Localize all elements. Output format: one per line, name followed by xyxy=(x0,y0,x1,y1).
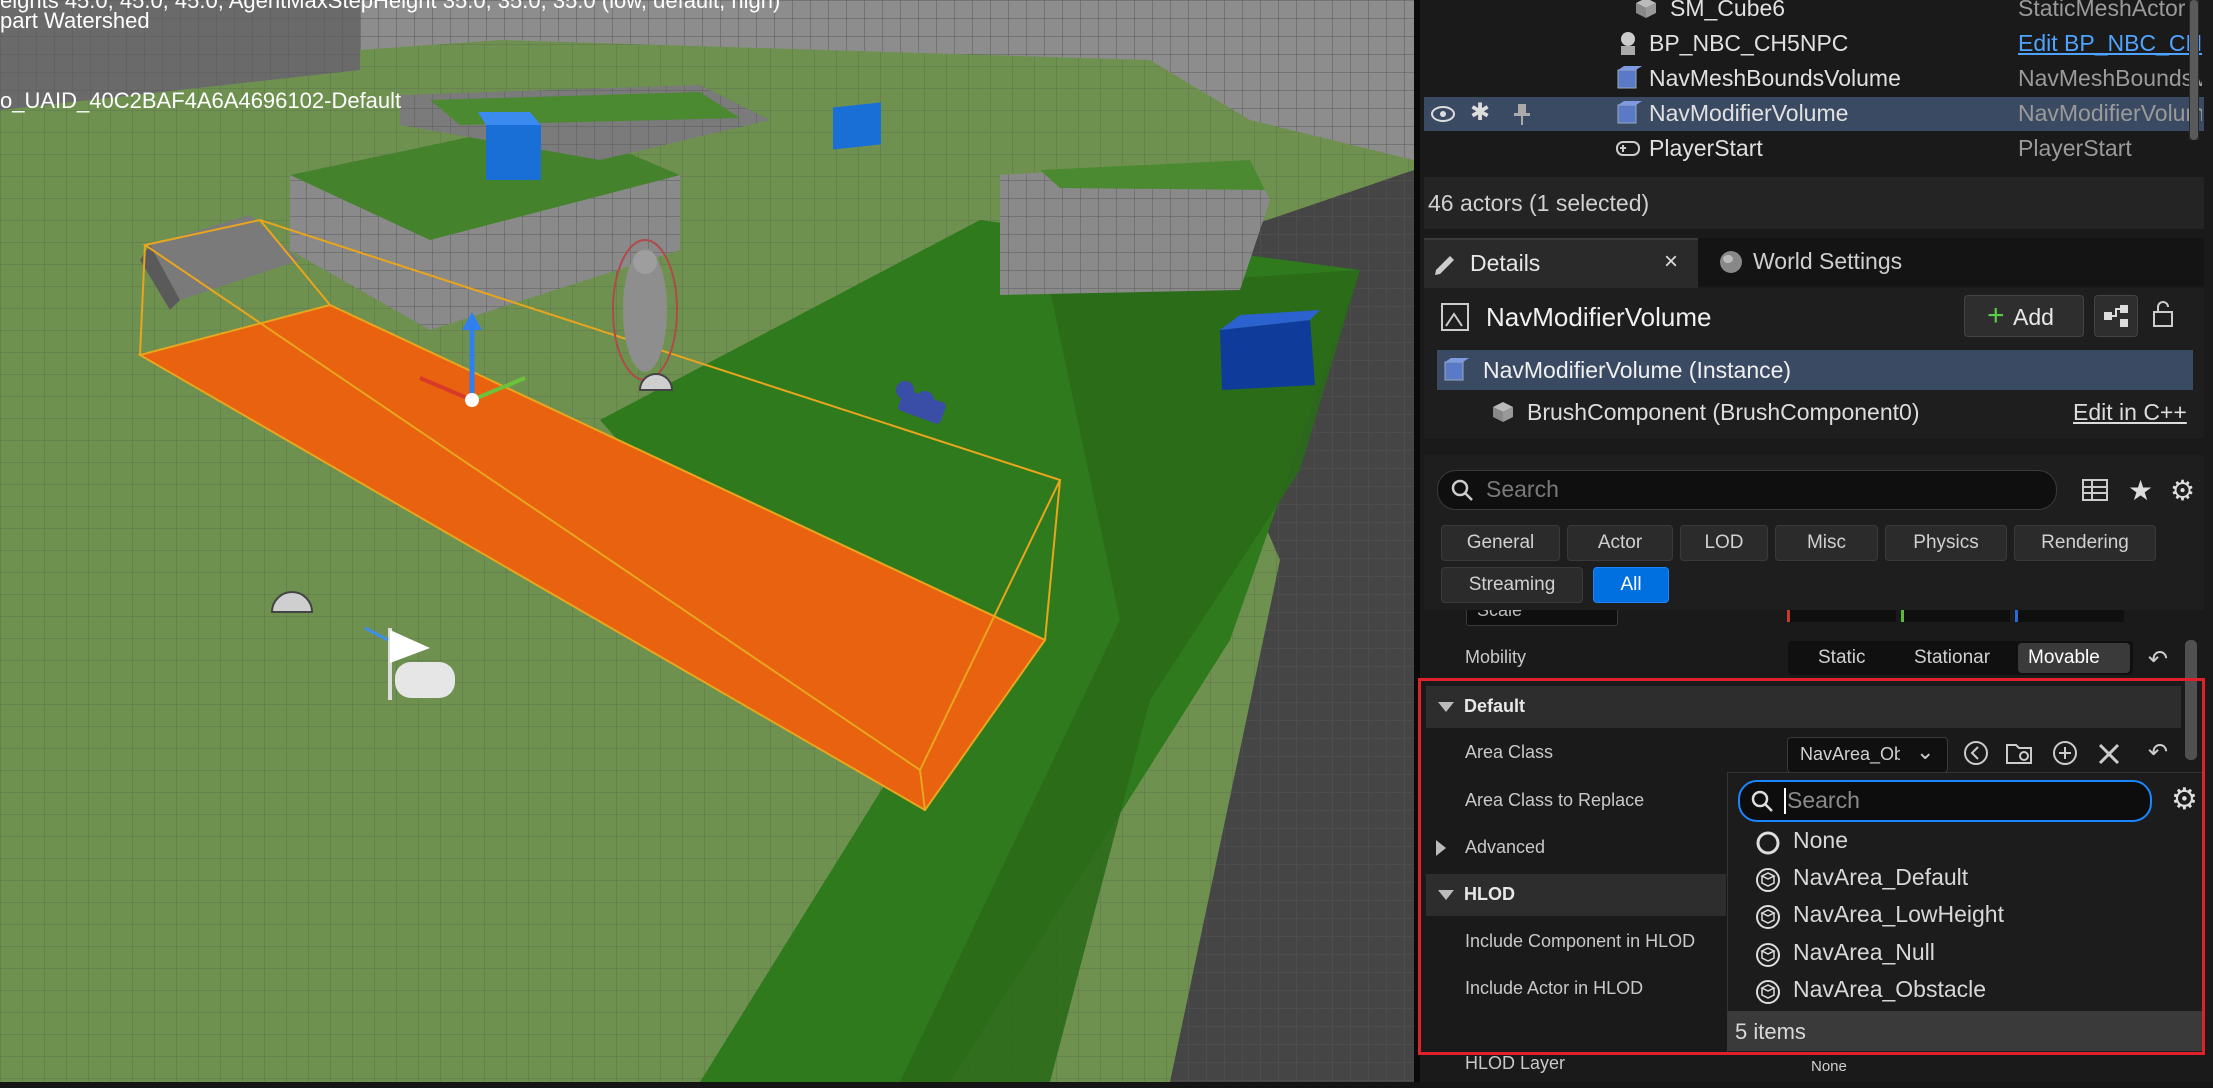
filter-physics[interactable]: Physics xyxy=(1885,525,2007,561)
filter-rendering[interactable]: Rendering xyxy=(2014,525,2156,561)
mobility-toggle: Static Stationar Movable xyxy=(1788,641,2133,675)
mobility-movable-selected[interactable]: Movable xyxy=(2018,643,2130,673)
filter-actor[interactable]: Actor xyxy=(1567,525,1673,561)
blueprint-hierarchy-button[interactable] xyxy=(2094,295,2138,337)
hlod-layer-value: None xyxy=(1811,1058,1847,1075)
outliner-type: StaticMeshActor xyxy=(2018,0,2186,21)
character-icon xyxy=(1614,30,1642,56)
outliner-type: PlayerStart xyxy=(2018,135,2132,161)
scale-y-field[interactable] xyxy=(1901,610,2010,622)
mobility-movable: Movable xyxy=(2028,647,2100,668)
plus-icon: + xyxy=(1987,299,2005,332)
favorites-star-icon[interactable]: ★ xyxy=(2128,474,2153,507)
volume-icon xyxy=(1441,357,1469,387)
outliner-status-bar: 46 actors (1 selected) xyxy=(1424,177,2204,229)
table-view-icon[interactable] xyxy=(2081,477,2109,507)
scale-z-field[interactable] xyxy=(2015,610,2124,622)
outliner-scrollbar[interactable] xyxy=(2189,0,2199,140)
mobility-label: Mobility xyxy=(1465,647,1527,667)
mobility-static[interactable]: Static xyxy=(1818,647,1866,669)
outliner-type: NavModifierVolume xyxy=(2018,100,2202,126)
hierarchy-icon xyxy=(2103,304,2129,332)
eye-icon[interactable] xyxy=(1429,101,1457,127)
edit-cpp-link[interactable]: Edit in C++ xyxy=(2073,399,2187,426)
level-viewport[interactable]: eights 45.0, 45.0, 45.0, AgentMaxStepHei… xyxy=(0,0,1414,1082)
static-mesh-icon xyxy=(1632,0,1660,21)
hlod-layer-label: HLOD Layer xyxy=(1465,1053,1566,1073)
outliner-row[interactable]: PlayerStart PlayerStart xyxy=(1424,132,2204,166)
tab-details[interactable]: Details × xyxy=(1424,238,1698,288)
volume-icon xyxy=(1614,100,1642,126)
mobility-stationary[interactable]: Stationar xyxy=(1914,647,2014,669)
brush-icon xyxy=(1489,399,1517,429)
actor-count: 46 actors (1 selected) xyxy=(1428,190,1650,216)
globe-icon xyxy=(1718,249,1744,275)
outliner-name: NavModifierVolume xyxy=(1649,100,1849,126)
add-label: Add xyxy=(2013,304,2054,330)
scale-x-field[interactable] xyxy=(1787,610,1896,622)
filter-lod[interactable]: LOD xyxy=(1680,525,1768,561)
pencil-icon xyxy=(1432,250,1458,276)
outliner-name: SM_Cube6 xyxy=(1670,0,1786,21)
gamepad-icon xyxy=(1614,135,1642,161)
viewport-scene xyxy=(0,0,1414,1082)
scale-label: Scale xyxy=(1477,610,1523,620)
scale-row: Scale xyxy=(1424,610,2189,630)
instance-label: NavModifierVolume (Instance) xyxy=(1483,357,1792,383)
search-icon xyxy=(1450,478,1474,506)
add-component-button[interactable]: + Add xyxy=(1964,295,2084,337)
reset-mobility-icon[interactable]: ↶ xyxy=(2148,645,2168,673)
star-icon[interactable]: ✱ xyxy=(1470,98,1498,126)
filter-all[interactable]: All xyxy=(1593,567,1669,603)
details-header: NavModifierVolume + Add xyxy=(1424,288,2204,348)
hlod-layer-combo[interactable]: None xyxy=(1795,1054,1895,1082)
component-instance-row[interactable]: NavModifierVolume (Instance) xyxy=(1437,350,2193,390)
viewport-watershed-text: part Watershed xyxy=(0,8,150,33)
outliner-edit-link[interactable]: Edit BP_NBC_CH5NPC xyxy=(2018,30,2202,57)
lock-icon[interactable] xyxy=(2150,300,2176,332)
tab-world-settings-label: World Settings xyxy=(1753,248,1903,274)
brush-component-row[interactable]: BrushComponent (BrushComponent0) Edit in… xyxy=(1437,392,2193,432)
search-placeholder: Search xyxy=(1486,476,1559,502)
outliner-name: BP_NBC_CH5NPC xyxy=(1649,30,1849,56)
outliner-row-selected[interactable]: ✱ NavModifierVolume NavModifierVolume xyxy=(1424,97,2204,131)
scale-dropdown[interactable]: Scale xyxy=(1466,610,1618,626)
viewport-navmesh-label: o_UAID_40C2BAF4A6A4696102-Default xyxy=(0,88,402,113)
component-label: BrushComponent (BrushComponent0) xyxy=(1527,399,1920,425)
outliner-name: PlayerStart xyxy=(1649,135,1763,161)
tab-details-label: Details xyxy=(1470,250,1541,276)
outliner-row[interactable]: NavMeshBoundsVolume NavMeshBoundsVolume xyxy=(1424,62,2204,96)
settings-gear-icon[interactable]: ⚙ xyxy=(2170,474,2195,507)
volume-icon xyxy=(1614,65,1642,91)
outliner-row[interactable]: SM_Cube6 StaticMeshActor xyxy=(1424,0,2204,26)
details-search-input[interactable]: Search xyxy=(1437,470,2057,510)
pin-icon[interactable] xyxy=(1508,101,1536,127)
outliner-row[interactable]: BP_NBC_CH5NPC Edit BP_NBC_CH5NPC xyxy=(1424,27,2204,61)
actor-name-field[interactable]: NavModifierVolume xyxy=(1486,302,1711,333)
filter-general[interactable]: General xyxy=(1441,525,1560,561)
actor-class-icon xyxy=(1440,302,1470,332)
outliner-name: NavMeshBoundsVolume xyxy=(1649,65,1901,91)
close-tab-icon[interactable]: × xyxy=(1664,248,1678,276)
filter-streaming[interactable]: Streaming xyxy=(1441,567,1583,603)
tab-world-settings[interactable]: World Settings xyxy=(1710,238,1960,286)
outliner-type: NavMeshBoundsVolume xyxy=(2018,65,2202,91)
highlight-box xyxy=(1418,678,2205,1055)
filter-misc[interactable]: Misc xyxy=(1775,525,1878,561)
